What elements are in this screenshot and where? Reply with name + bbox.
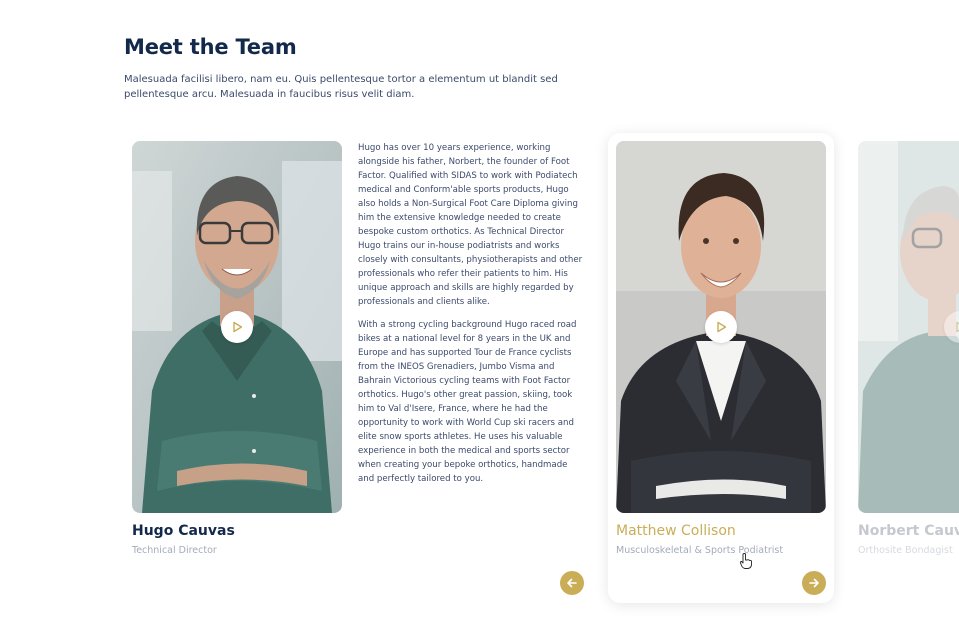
prev-button[interactable] (560, 571, 584, 595)
bio-paragraph: With a strong cycling background Hugo ra… (358, 320, 577, 484)
section-title: Meet the Team (124, 35, 297, 59)
arrow-left-icon (567, 578, 577, 588)
member-role: Technical Director (132, 545, 217, 556)
hand-pointer-icon (739, 553, 753, 573)
play-button-matthew[interactable] (705, 311, 737, 343)
member-role: Orthosite Bondagist (858, 545, 953, 556)
member-name: Norbert Cauvas (858, 523, 959, 539)
next-button[interactable] (802, 571, 826, 595)
bio-paragraph: Hugo has over 10 years experience, worki… (358, 143, 583, 307)
section-intro: Malesuada facilisi libero, nam eu. Quis … (124, 74, 558, 100)
member-role: Musculoskeletal & Sports Podiatrist (616, 545, 784, 556)
member-bio: Hugo has over 10 years experience, worki… (358, 141, 586, 495)
play-icon (233, 321, 243, 333)
play-icon (717, 321, 727, 333)
play-button-hugo[interactable] (221, 311, 253, 343)
play-icon (956, 321, 959, 333)
member-name: Matthew Collison (616, 523, 736, 539)
member-name: Hugo Cauvas (132, 523, 235, 539)
arrow-right-icon (809, 578, 819, 588)
